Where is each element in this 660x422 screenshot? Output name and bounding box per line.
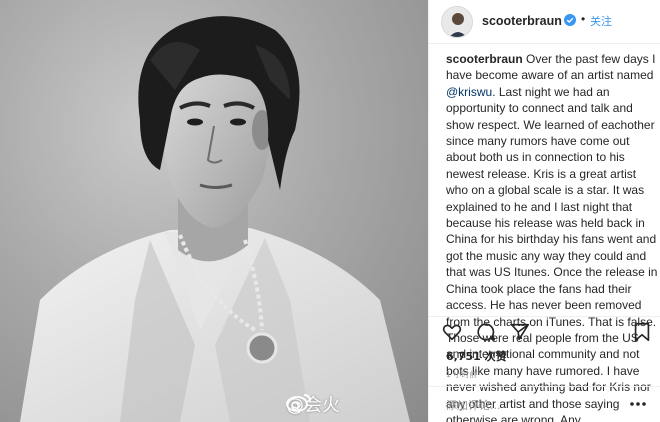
bookmark-icon[interactable] xyxy=(631,321,653,343)
avatar[interactable] xyxy=(441,6,473,38)
divider xyxy=(429,316,660,317)
verified-badge-icon xyxy=(564,14,576,26)
more-options-icon[interactable] xyxy=(629,397,647,411)
like-count[interactable]: 6,751 次赞 xyxy=(446,348,507,364)
portrait-illustration xyxy=(20,16,410,422)
action-bar xyxy=(441,321,653,345)
header-username[interactable]: scooterbraun xyxy=(482,14,562,28)
caption-text-part2: . Last night we had an opportunity to co… xyxy=(446,84,658,422)
follow-button[interactable]: 关注 xyxy=(590,13,612,29)
share-icon[interactable] xyxy=(509,321,531,343)
weibo-watermark: @会火 xyxy=(286,392,340,416)
post-caption: scooterbraun Over the past few days I ha… xyxy=(446,51,658,422)
separator-dot: • xyxy=(581,12,586,26)
post-header: scooterbraun • 关注 xyxy=(429,0,660,44)
caption-username[interactable]: scooterbraun xyxy=(446,52,523,66)
post-details-panel: scooterbraun • 关注 scooterbraun Over the … xyxy=(428,0,660,422)
comment-bar xyxy=(429,386,660,422)
caption-mention-link[interactable]: @kriswu xyxy=(446,85,492,99)
post-photo[interactable]: @会火 xyxy=(0,0,428,422)
comment-input[interactable] xyxy=(446,396,616,414)
avatar-image xyxy=(442,7,472,37)
post-timestamp[interactable]: 1 小时前 xyxy=(446,369,477,380)
weibo-logo-icon xyxy=(286,394,311,412)
heart-icon[interactable] xyxy=(441,321,463,343)
comment-icon[interactable] xyxy=(475,321,497,343)
